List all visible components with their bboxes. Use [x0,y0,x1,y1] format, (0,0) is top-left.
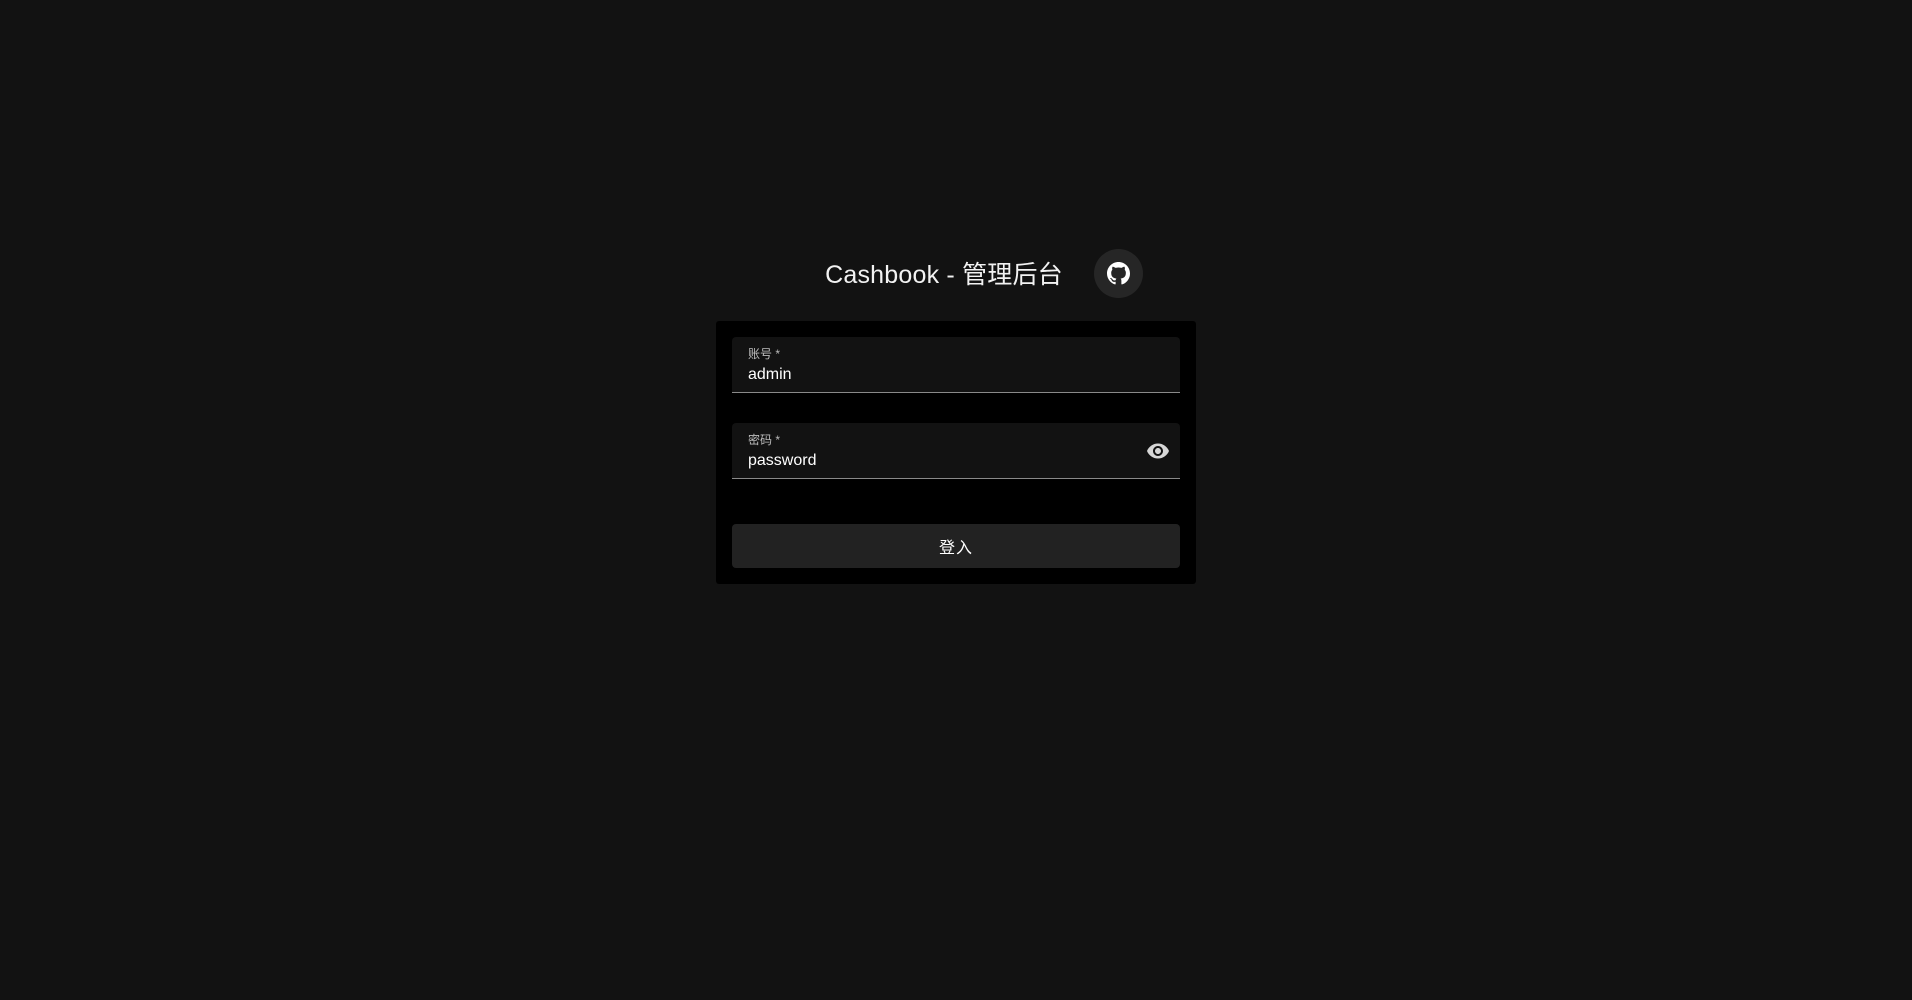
account-input[interactable] [748,365,1128,385]
page-title: Cashbook - 管理后台 [825,261,1063,289]
login-header: Cashbook - 管理后台 [716,247,1196,299]
password-input[interactable] [748,451,1128,471]
eye-icon [1147,443,1169,459]
password-field[interactable]: 密码 * [732,423,1180,479]
password-label: 密码 * [748,433,781,447]
account-field[interactable]: 账号 * [732,337,1180,393]
login-card: 账号 * 密码 * 登入 [716,321,1196,584]
github-icon [1106,261,1130,284]
account-label: 账号 * [748,347,781,361]
login-page: Cashbook - 管理后台 账号 * 密码 * 登入 [0,0,1912,1000]
github-button[interactable] [1093,248,1143,298]
login-button[interactable]: 登入 [732,524,1180,568]
toggle-password-visibility-button[interactable] [1146,439,1170,463]
